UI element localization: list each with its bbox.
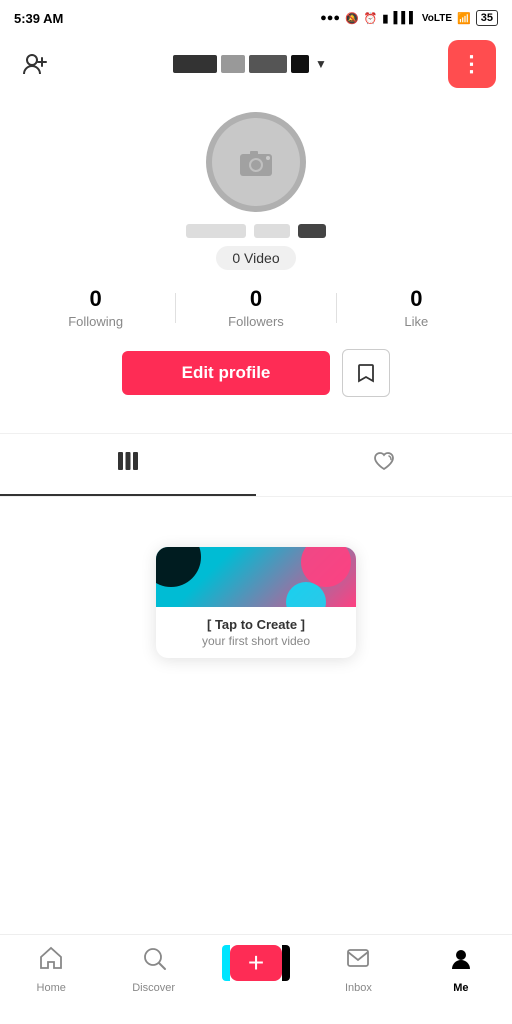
home-icon	[38, 945, 64, 978]
create-card[interactable]: [ Tap to Create ] your first short video	[156, 547, 356, 658]
bookmark-icon	[355, 362, 377, 384]
blob2	[301, 547, 351, 587]
content-tabs	[0, 433, 512, 497]
username-dropdown[interactable]: ▼	[173, 55, 327, 73]
tab-liked[interactable]	[256, 434, 512, 496]
nav-create[interactable]: +	[205, 945, 307, 981]
home-label: Home	[37, 982, 66, 994]
more-dots-icon: ⋮	[460, 51, 483, 77]
signal-icon: ●●●	[320, 12, 340, 24]
signal-bars: ▌▌▌	[393, 12, 416, 24]
create-card-body: [ Tap to Create ] your first short video	[156, 607, 356, 658]
heart-icon	[371, 448, 397, 480]
following-label: Following	[68, 314, 123, 329]
status-bar: 5:39 AM ●●● 🔕 ⏰ ▮ ▌▌▌ VoLTE 📶 35	[0, 0, 512, 36]
nav-home[interactable]: Home	[0, 945, 102, 994]
chevron-down-icon: ▼	[315, 57, 327, 71]
video-count-badge: 0 Video	[216, 246, 295, 270]
blob1	[156, 547, 201, 587]
profile-section: 0 Video 0 Following 0 Followers 0 Like E…	[0, 92, 512, 433]
discover-icon	[141, 945, 167, 978]
nav-me[interactable]: Me	[410, 945, 512, 994]
stat-followers[interactable]: 0 Followers	[176, 286, 335, 329]
liked-tab-icon	[371, 448, 397, 474]
username-bars	[173, 55, 309, 73]
battery-icon: ▮	[382, 12, 388, 25]
inbox-icon	[345, 945, 371, 978]
likes-label: Like	[404, 314, 428, 329]
action-row: Edit profile	[16, 349, 496, 397]
battery-level: 35	[476, 10, 498, 26]
add-user-button[interactable]	[16, 46, 52, 82]
more-menu-button[interactable]: ⋮	[448, 40, 496, 88]
silent-icon: 🔕	[345, 12, 359, 25]
nav-discover[interactable]: Discover	[102, 945, 204, 994]
create-card-sublabel: your first short video	[168, 634, 344, 648]
edit-profile-button[interactable]: Edit profile	[122, 351, 331, 395]
nav-inbox[interactable]: Inbox	[307, 945, 409, 994]
wifi-icon: 📶	[457, 12, 471, 25]
grid-icon	[116, 449, 140, 479]
followers-count: 0	[250, 286, 262, 312]
stats-row: 0 Following 0 Followers 0 Like	[16, 286, 496, 329]
discover-label: Discover	[132, 982, 175, 994]
grid-tab-icon	[116, 449, 140, 473]
me-icon	[448, 945, 474, 978]
create-card-illustration	[156, 547, 356, 607]
discover-nav-icon	[141, 945, 167, 971]
followers-label: Followers	[228, 314, 284, 329]
plus-icon: +	[248, 947, 264, 979]
top-nav-bar: ▼ ⋮	[0, 36, 512, 92]
camera-icon	[236, 142, 276, 182]
add-user-icon	[20, 50, 48, 78]
stat-likes[interactable]: 0 Like	[337, 286, 496, 329]
status-time: 5:39 AM	[14, 11, 63, 26]
status-icons: ●●● 🔕 ⏰ ▮ ▌▌▌ VoLTE 📶 35	[320, 10, 498, 26]
me-nav-icon	[448, 945, 474, 971]
following-count: 0	[90, 286, 102, 312]
avatar-inner	[212, 118, 300, 206]
tab-grid[interactable]	[0, 434, 256, 496]
bookmark-button[interactable]	[342, 349, 390, 397]
likes-count: 0	[410, 286, 422, 312]
alarm-icon: ⏰	[364, 12, 378, 25]
lte-icon: VoLTE	[422, 13, 452, 24]
main-content: 0 Video 0 Following 0 Followers 0 Like E…	[0, 92, 512, 1024]
avatar	[206, 112, 306, 212]
home-nav-icon	[38, 945, 64, 971]
me-label: Me	[453, 982, 468, 994]
username-placeholder	[186, 224, 326, 238]
create-card-label: [ Tap to Create ]	[168, 617, 344, 632]
bottom-nav: Home Discover + Inbox	[0, 934, 512, 1024]
inbox-label: Inbox	[345, 982, 372, 994]
create-button[interactable]: +	[230, 945, 282, 981]
stat-following[interactable]: 0 Following	[16, 286, 175, 329]
inbox-nav-icon	[345, 945, 371, 971]
